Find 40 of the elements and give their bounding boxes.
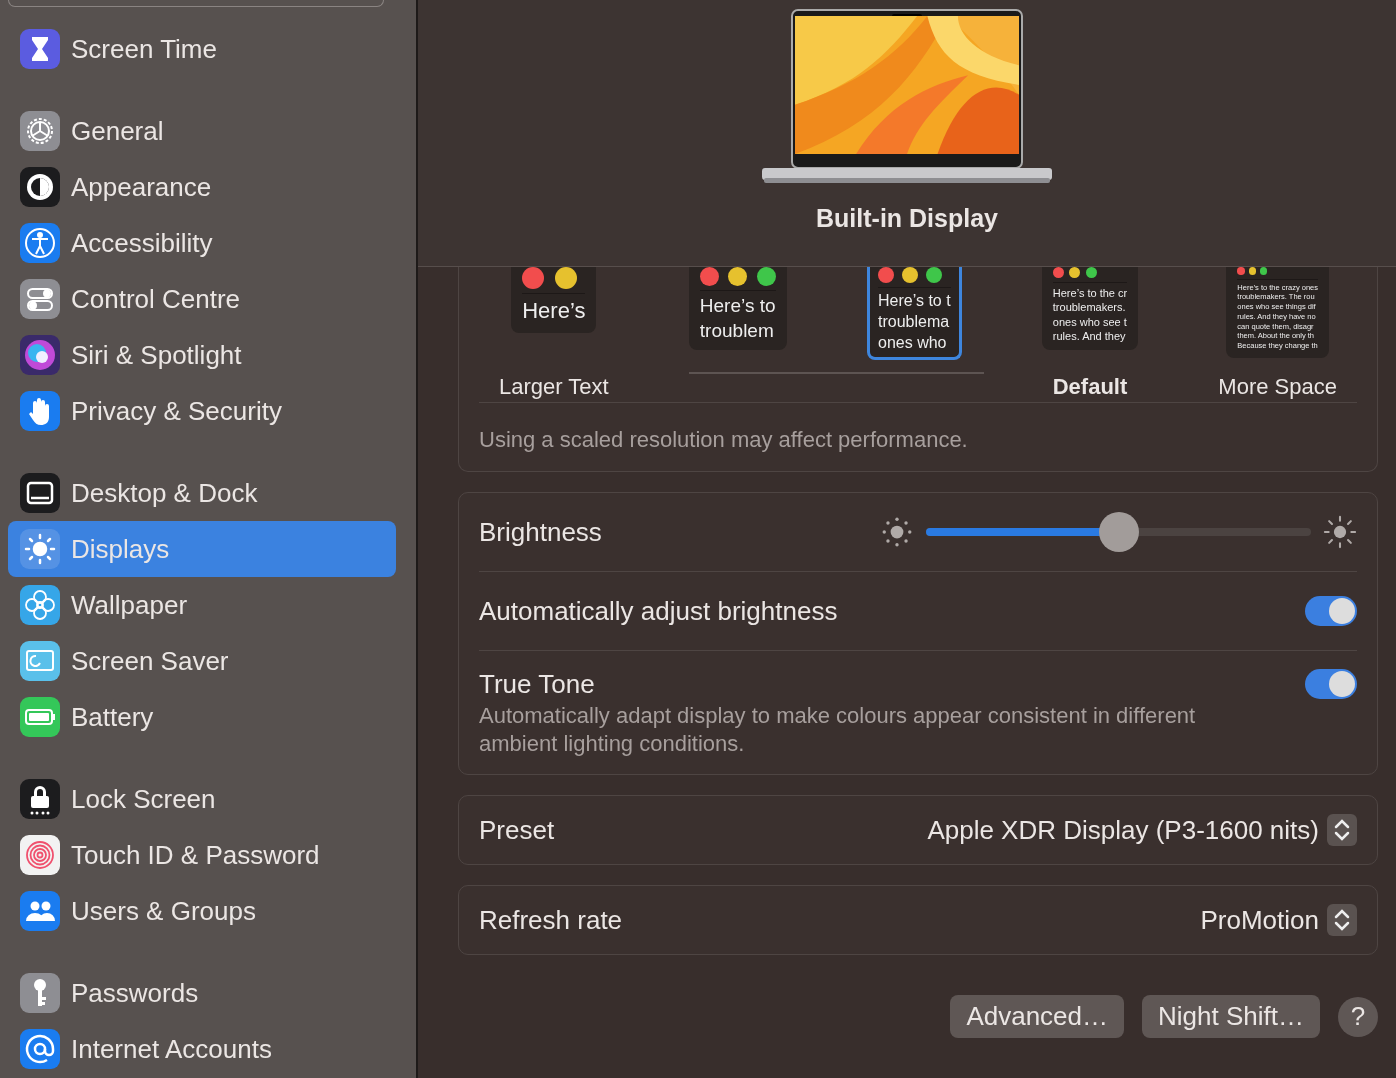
resolution-option[interactable]: Here’s to the cr troublemakers. ones who see t rules. And they (1041, 267, 1139, 351)
true-tone-description: Automatically adapt display to make colours appear consistent in different ambient lighting conditions. (479, 702, 1197, 759)
true-tone-label: True Tone (479, 669, 596, 701)
sidebar-item[interactable]: Control Centre (8, 271, 396, 327)
resolution-option[interactable]: Here’s to t troublema ones who (867, 267, 962, 361)
action-button[interactable]: Night Shift… (1142, 995, 1320, 1039)
option-label: Default (1052, 374, 1128, 402)
sidebar-item[interactable]: Lock Screen (8, 771, 396, 827)
sidebar-item[interactable]: Internet Accounts (8, 1021, 396, 1077)
preset-label: Preset (479, 814, 555, 846)
option-label: More Space (1218, 374, 1337, 402)
sample-text: Here’s to t troublema ones who (878, 291, 951, 353)
sidebar-item[interactable]: Screen Time (8, 21, 396, 77)
sidebar-item[interactable]: Passwords (8, 965, 396, 1021)
refresh-rate-label: Refresh rate (479, 904, 623, 936)
option-label: Larger Text (499, 374, 609, 402)
sidebar-item[interactable]: Screen Saver (8, 633, 396, 689)
sidebar-item[interactable]: Appearance (8, 159, 396, 215)
sidebar-item[interactable]: Accessibility (8, 215, 396, 271)
sidebar-item[interactable]: Battery (8, 689, 396, 745)
brightness-label: Brightness (479, 516, 602, 548)
sidebar-item[interactable]: Touch ID & Password (8, 827, 396, 883)
sample-text: Here’s (522, 297, 586, 325)
preset-popup[interactable]: Apple XDR Display (P3-1600 nits) (927, 814, 1357, 847)
resolution-option[interactable]: Here’s (511, 267, 597, 333)
sample-text: Here’s to troublem (699, 294, 776, 343)
sidebar-item[interactable]: Privacy & Security (8, 383, 396, 439)
resolution-option[interactable]: Here’s to troublem (688, 267, 787, 351)
sidebar-item[interactable]: General (8, 103, 396, 159)
refresh-rate-popup[interactable]: ProMotion (1200, 904, 1357, 937)
help-button[interactable]: ? (1338, 996, 1378, 1037)
auto-brightness-label: Automatically adjust brightness (479, 595, 838, 627)
sidebar-item[interactable]: Wallpaper (8, 577, 396, 633)
sidebar-item[interactable]: Siri & Spotlight (8, 327, 396, 383)
display-name: Built-in Display (816, 204, 998, 233)
sidebar-item[interactable]: Desktop & Dock (8, 465, 396, 521)
action-button[interactable]: Advanced… (950, 995, 1125, 1039)
sample-text: Here’s to the cr troublemakers. ones who see t rules. And they (1052, 286, 1128, 344)
performance-note: Using a scaled resolution may affect performance. (479, 402, 1357, 472)
sidebar-item[interactable]: Users & Groups (8, 883, 396, 939)
